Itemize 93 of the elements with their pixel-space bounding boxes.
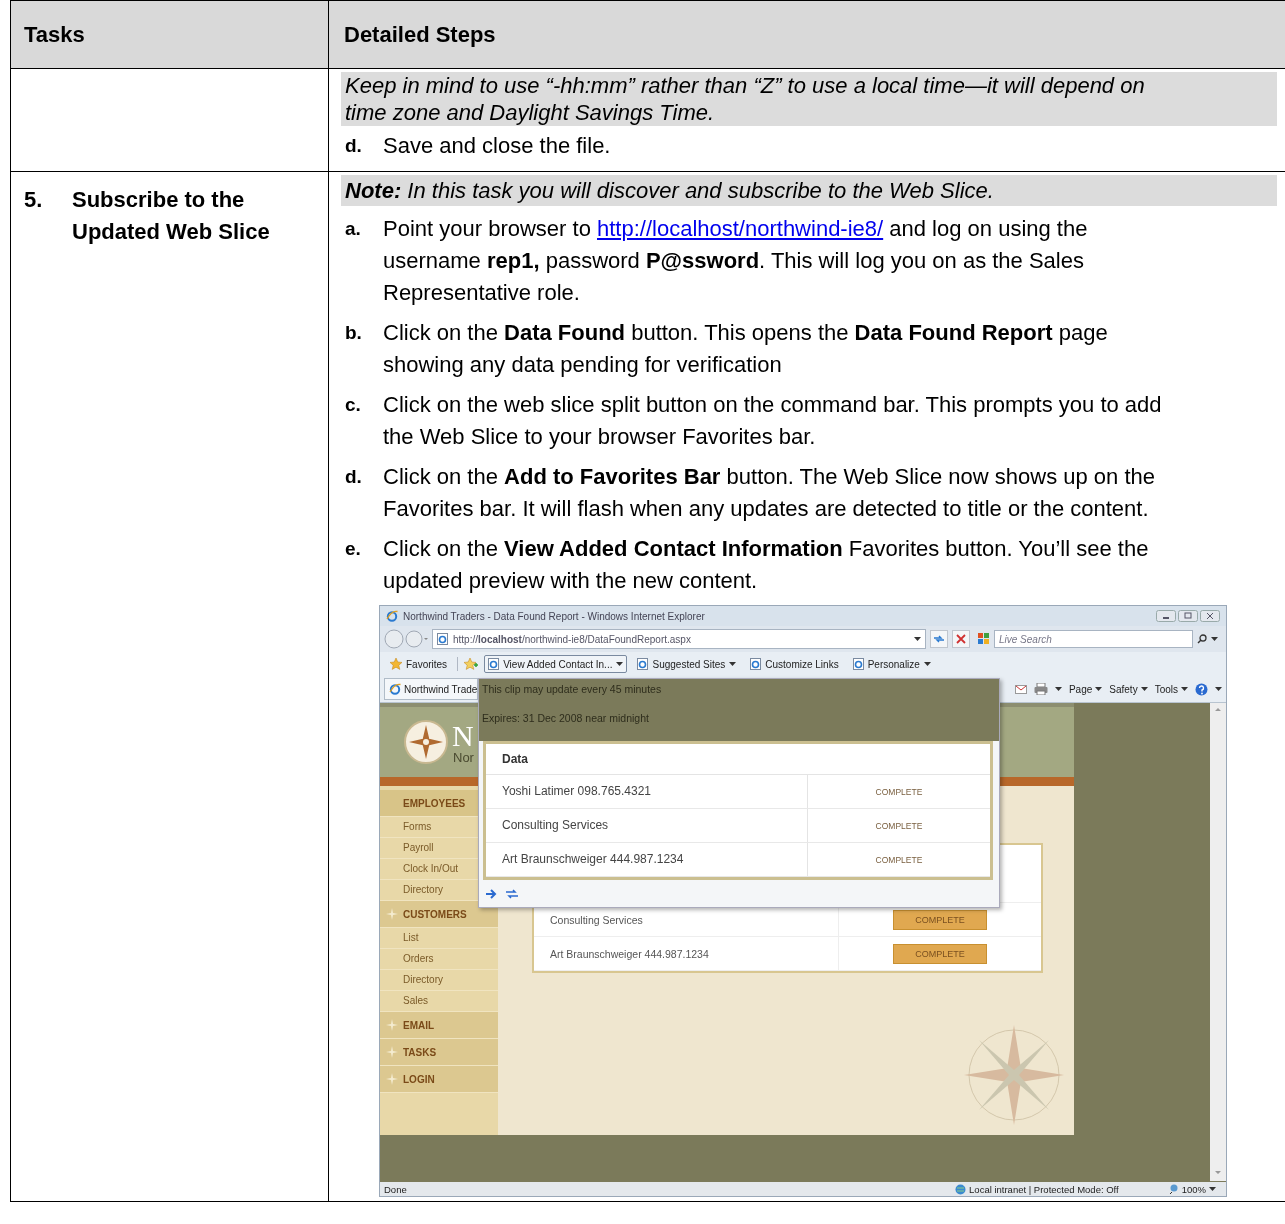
table-cell-text: Consulting Services: [549, 913, 644, 926]
logo-subtitle: Nor: [452, 750, 474, 764]
back-forward-icon: [384, 629, 428, 649]
menu-item[interactable]: Orders: [380, 949, 498, 970]
logo-text: N: [452, 720, 474, 751]
column-header: Tasks: [24, 21, 86, 49]
step-letter: d.: [345, 134, 363, 158]
expiry-note: Expires: 31 Dec 2008 near midnight: [482, 712, 650, 726]
status-text: Done: [384, 1183, 408, 1195]
caret-icon: [1181, 687, 1188, 691]
star-icon: [390, 658, 402, 670]
step-text: Save and close the file.: [383, 132, 612, 160]
caret-icon: [1140, 687, 1148, 691]
note-text: Keep in mind to use “-hh:mm” rather than “Z” to use a local time—it will depend on time zone and Daylight Savings Time.: [341, 72, 1277, 126]
page-icon: [437, 633, 448, 645]
printer-icon: [1033, 683, 1048, 695]
step-text: Click on the View Added Contact Information Favorites button. You’ll see the updated preview with the new content.: [383, 535, 1150, 595]
step-letter: a.: [345, 217, 362, 241]
security-zone: Local intranet | Protected Mode: Off: [969, 1183, 1119, 1195]
step-text: Point your browser to http://localhost/northwind-ie8/ and log on using the username rep1, password P@ssword. This will log you on as the Sales Representative role.: [383, 215, 1089, 307]
compass-logo-icon: [404, 720, 448, 764]
task-title: Subscribe to the Updated Web Slice: [72, 186, 271, 246]
step-letter: d.: [345, 465, 363, 489]
arrow-right-icon: [485, 888, 497, 899]
step-letter: e.: [345, 537, 362, 561]
step-text: Click on the Add to Favorites Bar button. The Web Slice now shows up on the Favorites bar. It will flash when any updates are detected to title or the content.: [383, 463, 1156, 523]
complete-button[interactable]: COMPLETE: [893, 943, 987, 964]
caret-icon: [1054, 687, 1062, 691]
page-icon: [637, 658, 649, 670]
command-button[interactable]: Safety: [1109, 683, 1148, 695]
sparkle-icon: [386, 1046, 398, 1058]
note-text: Note: In this task you will discover and subscribe to the Web Slice.: [341, 175, 1277, 206]
menu-item[interactable]: Directory: [380, 970, 498, 991]
minimize-icon: [1156, 610, 1176, 622]
caret-icon: [1095, 687, 1103, 691]
search-icon: [1197, 634, 1207, 644]
help-icon: [1195, 682, 1208, 696]
sparkle-icon: [386, 1019, 398, 1031]
menu-section[interactable]: CUSTOMERS: [380, 901, 498, 928]
favorites-button[interactable]: Favorites: [386, 655, 452, 673]
caret-icon: [1211, 637, 1218, 641]
menu-item[interactable]: List: [380, 928, 498, 949]
refresh-icon: [505, 888, 519, 899]
step-letter: b.: [345, 321, 363, 345]
browser-tab[interactable]: Northwind Trade: [384, 678, 478, 700]
caret-icon: [1215, 687, 1222, 691]
close-icon: [1200, 610, 1220, 622]
url-link[interactable]: http://localhost/northwind-ie8/: [597, 216, 884, 241]
browser-logo-icon: [386, 610, 398, 622]
add-favorite-icon: [464, 658, 479, 670]
column-header: Data: [486, 744, 990, 775]
zoom-icon: [1168, 1184, 1179, 1194]
search-provider-icon: [978, 633, 990, 645]
favorites-button[interactable]: Suggested Sites: [633, 655, 741, 673]
globe-icon: [955, 1183, 967, 1195]
menu-section[interactable]: TASKS: [380, 1039, 498, 1066]
favorites-button[interactable]: Customize Links: [746, 655, 843, 673]
command-button[interactable]: Page: [1068, 683, 1103, 695]
column-header: Detailed Steps: [344, 21, 497, 49]
table-cell: Consulting Services: [486, 809, 808, 842]
command-button[interactable]: Tools: [1154, 683, 1188, 695]
search-field[interactable]: Live Search: [994, 630, 1193, 648]
status-label: COMPLETE: [874, 820, 924, 831]
page-icon: [852, 658, 864, 670]
step-text: Click on the Data Found button. This opens the Data Found Report page showing any data pending for verification: [383, 319, 1109, 379]
sparkle-icon: [386, 1073, 398, 1085]
step-text: Click on the web slice split button on the command bar. This prompts you to add the Web Slice to your browser Favorites bar.: [383, 391, 1163, 451]
favorites-button[interactable]: View Added Contact In...: [484, 655, 628, 673]
menu-section[interactable]: EMAIL: [380, 1012, 498, 1039]
address-field[interactable]: http://localhost/northwind-ie8/DataFoundReport.aspx: [432, 629, 926, 649]
caret-icon: [914, 637, 921, 641]
task-number: 5.: [24, 186, 44, 214]
favorites-button[interactable]: Personalize: [848, 655, 935, 673]
window-title: Northwind Traders - Data Found Report - Windows Internet Explorer: [403, 610, 706, 622]
zoom-control[interactable]: 100%: [1168, 1183, 1216, 1195]
step-letter: c.: [345, 393, 362, 417]
table-cell-text: Art Braunschweiger 444.987.1234: [549, 947, 710, 960]
update-note: This clip may update every 45 minutes: [482, 683, 663, 697]
complete-button[interactable]: COMPLETE: [893, 909, 987, 930]
browser-logo-icon: [389, 683, 401, 695]
page-icon: [488, 658, 500, 670]
refresh-icon: [930, 630, 948, 648]
stop-icon: [952, 630, 970, 648]
status-label: COMPLETE: [874, 854, 924, 865]
table-cell: Art Braunschweiger 444.987.1234: [486, 843, 808, 876]
restore-icon: [1178, 610, 1198, 622]
caret-icon: [1209, 1187, 1216, 1191]
sparkle-icon: [386, 908, 398, 920]
table-cell: Yoshi Latimer 098.765.4321: [486, 775, 808, 808]
menu-section[interactable]: LOGIN: [380, 1066, 498, 1093]
status-label: COMPLETE: [874, 786, 924, 797]
page-icon: [750, 658, 762, 670]
mail-icon: [1014, 684, 1027, 694]
